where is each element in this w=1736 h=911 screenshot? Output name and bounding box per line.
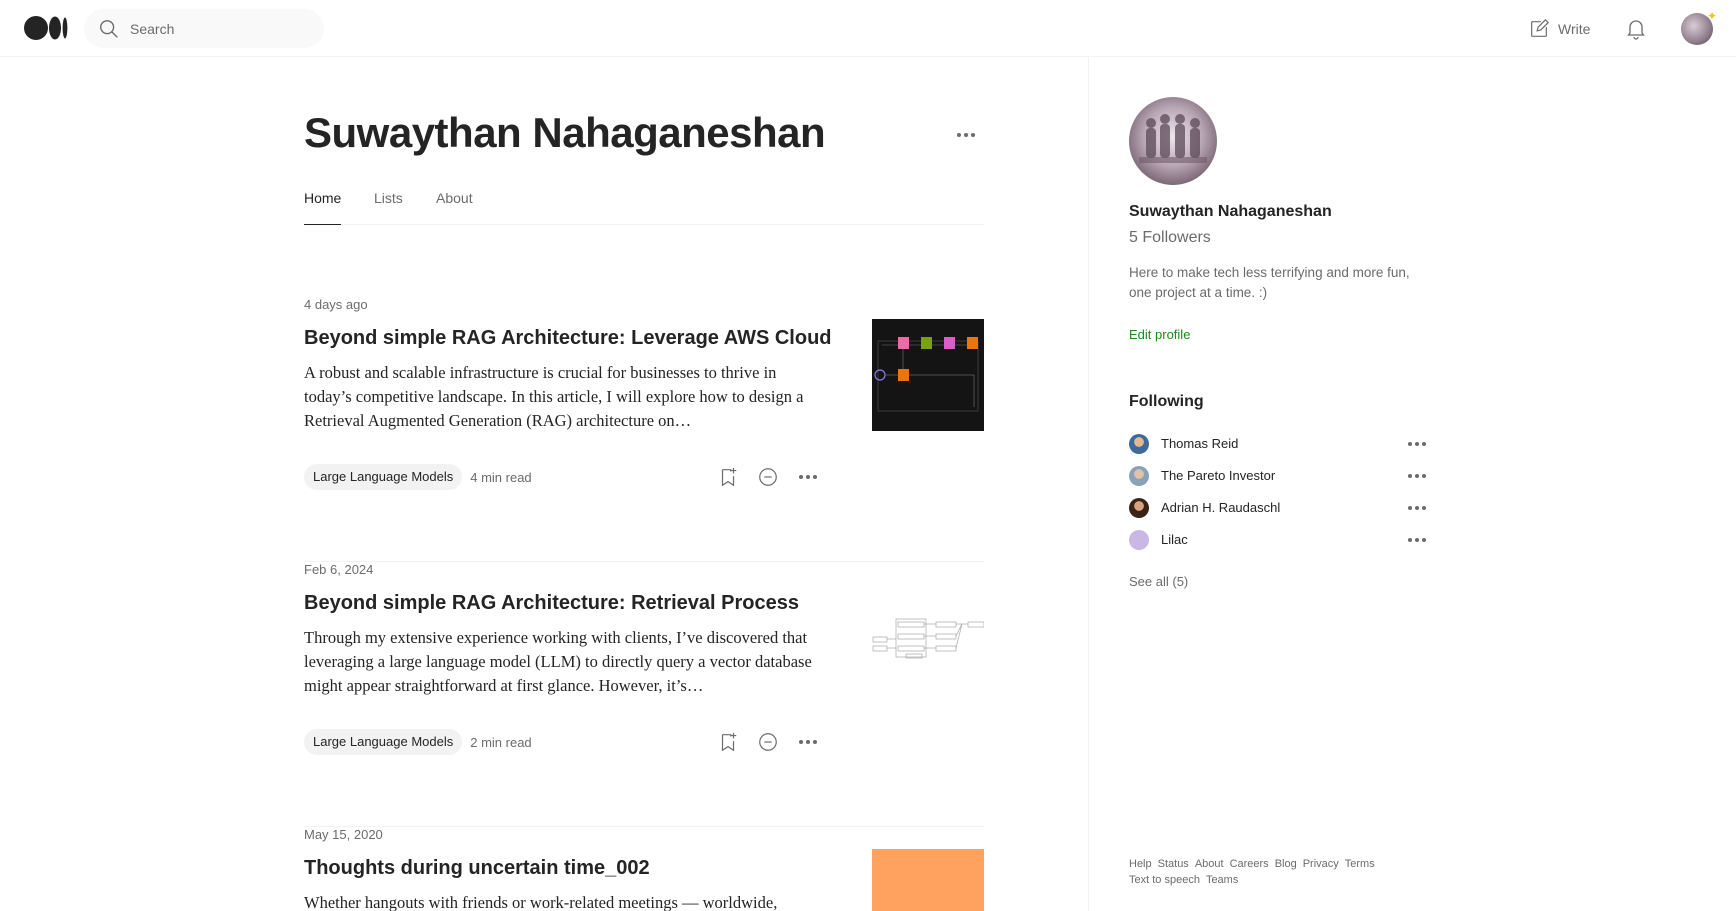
following-item[interactable]: Lilac [1129, 528, 1429, 552]
bookmark-button[interactable] [716, 730, 740, 754]
article-subtitle: A robust and scalable infrastructure is … [304, 363, 804, 430]
following-more-button[interactable] [1405, 432, 1429, 456]
article-tag[interactable]: Large Language Models [304, 729, 463, 755]
following-avatar [1129, 498, 1149, 518]
search-input[interactable] [130, 9, 316, 48]
article-thumbnail[interactable] [872, 849, 984, 911]
footer-link-about[interactable]: About [1195, 856, 1224, 872]
bell-icon[interactable] [1624, 16, 1648, 40]
article-item[interactable]: May 15, 2020 Thoughts during uncertain t… [304, 827, 984, 911]
article-date: Feb 6, 2024 [304, 562, 374, 577]
following-heading: Following [1129, 393, 1204, 410]
profile-more-button[interactable] [954, 123, 978, 147]
tab-about[interactable]: About [436, 183, 473, 225]
article-title[interactable]: Beyond simple RAG Architecture: Retrieva… [304, 592, 804, 615]
main-content: Suwaythan Nahaganeshan Home Lists About … [304, 57, 984, 911]
profile-name: Suwaythan Nahaganeshan [304, 109, 826, 156]
following-item[interactable]: Adrian H. Raudaschl [1129, 496, 1429, 520]
profile-sidebar: Suwaythan Nahaganeshan 5 Followers Here … [1088, 57, 1736, 911]
minus-circle-icon [759, 468, 777, 486]
footer-link-blog[interactable]: Blog [1275, 856, 1297, 872]
article-thumbnail[interactable] [872, 319, 984, 431]
article-actions [716, 465, 820, 489]
minus-circle-icon [759, 733, 777, 751]
tab-lists[interactable]: Lists [374, 183, 403, 225]
footer-link-privacy[interactable]: Privacy [1303, 856, 1339, 872]
profile-avatar[interactable] [1129, 97, 1217, 185]
bookmark-add-icon [721, 467, 737, 487]
article-title[interactable]: Beyond simple RAG Architecture: Leverage… [304, 327, 832, 350]
footer-link-status[interactable]: Status [1158, 856, 1189, 872]
footer-link-careers[interactable]: Careers [1230, 856, 1269, 872]
more-icon [1408, 442, 1426, 446]
article-subtitle: Through my extensive experience working … [304, 628, 812, 695]
show-less-button[interactable] [756, 730, 780, 754]
footer-link-teams[interactable]: Teams [1206, 872, 1238, 888]
write-label: Write [1558, 21, 1591, 37]
footer-link-terms[interactable]: Terms [1345, 856, 1375, 872]
article-tag[interactable]: Large Language Models [304, 464, 463, 490]
following-name[interactable]: Adrian H. Raudaschl [1161, 500, 1280, 515]
write-icon [1531, 18, 1550, 37]
following-more-button[interactable] [1405, 464, 1429, 488]
following-avatar [1129, 466, 1149, 486]
article-title[interactable]: Thoughts during uncertain time_002 [304, 857, 804, 880]
article-thumbnail[interactable] [872, 584, 984, 696]
profile-bio: Here to make tech less terrifying and mo… [1129, 265, 1410, 300]
sidebar-profile-name: Suwaythan Nahaganeshan [1129, 203, 1332, 220]
following-item[interactable]: Thomas Reid [1129, 432, 1429, 456]
following-more-button[interactable] [1405, 528, 1429, 552]
following-name[interactable]: Lilac [1161, 532, 1188, 547]
bookmark-add-icon [721, 732, 737, 752]
sparkle-icon: ✦ [1706, 9, 1717, 23]
article-date: 4 days ago [304, 297, 368, 312]
article-subtitle: Whether hangouts with friends or work-re… [304, 893, 778, 911]
profile-tabs: Home Lists About [304, 183, 984, 225]
more-icon [1408, 538, 1426, 542]
article-actions [716, 730, 820, 754]
sidebar-footer: Help Status About Careers Blog Privacy Terms Te… [1129, 856, 1449, 888]
user-avatar[interactable]: ✦ [1681, 9, 1717, 45]
following-item[interactable]: The Pareto Investor [1129, 464, 1429, 488]
show-less-button[interactable] [756, 465, 780, 489]
more-icon [1408, 506, 1426, 510]
medium-logo[interactable] [24, 16, 68, 40]
article-item[interactable]: Feb 6, 2024 Beyond simple RAG Architectu… [304, 562, 984, 827]
following-avatar [1129, 434, 1149, 454]
more-icon [957, 133, 975, 137]
more-icon [1408, 474, 1426, 478]
see-all-following-link[interactable]: See all (5) [1129, 574, 1188, 589]
more-icon [799, 475, 817, 479]
tab-home[interactable]: Home [304, 183, 342, 225]
read-time: 4 min read [470, 469, 532, 485]
search-icon [100, 20, 118, 38]
top-bar: Write ✦ [0, 0, 1736, 57]
footer-link-text-to-speech[interactable]: Text to speech [1129, 872, 1200, 888]
bookmark-button[interactable] [716, 465, 740, 489]
read-time: 2 min read [470, 734, 532, 750]
edit-profile-link[interactable]: Edit profile [1129, 327, 1190, 342]
article-item[interactable]: 4 days ago Beyond simple RAG Architectur… [304, 297, 984, 562]
following-name[interactable]: Thomas Reid [1161, 436, 1238, 451]
followers-count[interactable]: 5 Followers [1129, 229, 1211, 247]
more-icon [799, 740, 817, 744]
article-more-button[interactable] [796, 730, 820, 754]
write-button[interactable]: Write [1528, 17, 1590, 41]
search-bar [84, 9, 324, 48]
following-more-button[interactable] [1405, 496, 1429, 520]
article-more-button[interactable] [796, 465, 820, 489]
article-meta: Large Language Models 4 min read [304, 463, 532, 491]
footer-link-help[interactable]: Help [1129, 856, 1152, 872]
article-meta: Large Language Models 2 min read [304, 728, 532, 756]
article-date: May 15, 2020 [304, 827, 383, 842]
following-avatar [1129, 530, 1149, 550]
following-name[interactable]: The Pareto Investor [1161, 468, 1275, 483]
avatar-image [1139, 114, 1207, 163]
